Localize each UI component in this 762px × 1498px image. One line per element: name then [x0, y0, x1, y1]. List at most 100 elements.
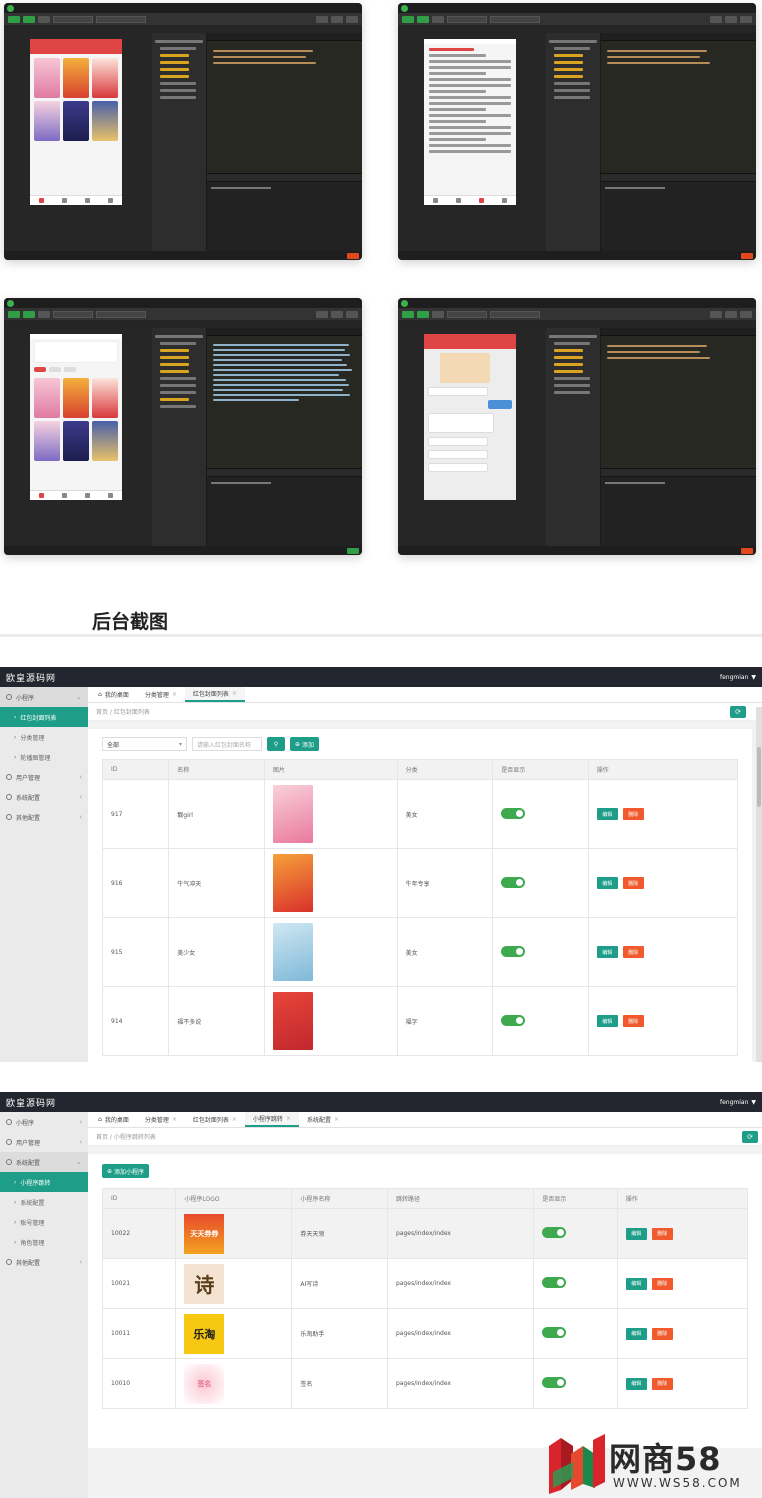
action-group: 编辑 删除: [625, 1277, 739, 1290]
sidebar-item[interactable]: › 小程序跳转: [0, 1172, 88, 1192]
edit-button[interactable]: 编辑: [596, 877, 618, 889]
add-button-label: 添加: [302, 741, 315, 749]
visible-toggle[interactable]: [542, 1227, 567, 1238]
delete-button[interactable]: 删除: [622, 1015, 644, 1027]
close-icon[interactable]: ×: [172, 691, 177, 698]
tab-item[interactable]: 分类管理 ×: [137, 1112, 185, 1127]
edit-button[interactable]: 编辑: [625, 1377, 647, 1390]
category-select[interactable]: 全部 ▾: [102, 737, 187, 751]
chevron-right-icon: ›: [14, 1218, 17, 1226]
scrollbar[interactable]: [756, 707, 762, 1062]
sidebar-item[interactable]: › 系统配置: [0, 1192, 88, 1212]
sidebar-item[interactable]: 用户管理 ‹: [0, 767, 88, 787]
breadcrumb-text: 首页 / 红包封面列表: [96, 709, 150, 716]
ws58-logo-icon: [549, 1434, 605, 1494]
chevron-left-icon: ‹: [79, 1118, 82, 1126]
visible-toggle[interactable]: [501, 876, 526, 888]
user-menu[interactable]: fengmian ▼: [720, 674, 756, 681]
file-tree: [546, 328, 601, 546]
visible-toggle[interactable]: [542, 1277, 567, 1288]
miniprogram-logo: 诗: [184, 1263, 225, 1304]
ide-statusbar: [398, 251, 756, 260]
cell-image: [263, 779, 398, 849]
sidebar-item[interactable]: 小程序 ⌄: [0, 687, 88, 707]
action-group: 编辑 删除: [596, 877, 729, 889]
tab-item[interactable]: 红包封面列表 ×: [184, 687, 245, 702]
visible-toggle[interactable]: [501, 945, 526, 957]
edit-button[interactable]: 编辑: [596, 808, 618, 820]
sidebar-item[interactable]: › 轮播图管理: [0, 747, 88, 767]
sidebar-item[interactable]: › 账号管理: [0, 1212, 88, 1232]
add-button[interactable]: ⊕ 添加: [290, 737, 320, 751]
refresh-button[interactable]: ⟳: [730, 706, 746, 718]
close-icon[interactable]: ×: [232, 690, 237, 697]
sidebar-item[interactable]: 系统配置 ‹: [0, 787, 88, 807]
cell-id: 915: [101, 917, 170, 987]
add-miniprogram-button[interactable]: ⊕ 添加小程序: [102, 1164, 150, 1178]
tab-item[interactable]: 小程序跳转 ×: [244, 1112, 299, 1127]
cover-thumbnail: [272, 785, 313, 843]
delete-button[interactable]: 删除: [651, 1377, 673, 1390]
edit-button[interactable]: 编辑: [596, 1015, 618, 1027]
search-input[interactable]: 请输入红包封面名称: [192, 737, 262, 751]
close-icon[interactable]: ×: [232, 1116, 237, 1123]
delete-button[interactable]: 删除: [622, 877, 644, 889]
column-header: 图片: [263, 759, 398, 780]
cell-path: pages/index/index: [386, 1208, 535, 1259]
delete-button[interactable]: 删除: [622, 946, 644, 958]
refresh-button[interactable]: ⟳: [742, 1131, 758, 1143]
close-icon[interactable]: ×: [286, 1115, 291, 1122]
column-header: 操作: [587, 759, 739, 780]
sidebar-item[interactable]: 其他配置 ‹: [0, 807, 88, 827]
close-icon[interactable]: ×: [172, 1116, 177, 1123]
home-icon: ⌂: [98, 691, 102, 698]
cover-thumbnail: [272, 992, 313, 1050]
sidebar-item[interactable]: › 角色管理: [0, 1232, 88, 1252]
sidebar-item[interactable]: › 分类管理: [0, 727, 88, 747]
cell-id: 10022: [101, 1208, 177, 1259]
tab-item[interactable]: 系统配置 ×: [299, 1112, 347, 1127]
edit-button[interactable]: 编辑: [625, 1277, 647, 1290]
sidebar-item[interactable]: 用户管理 ‹: [0, 1132, 88, 1152]
sidebar-item[interactable]: 小程序 ‹: [0, 1112, 88, 1132]
visible-toggle[interactable]: [542, 1377, 567, 1388]
visible-toggle[interactable]: [501, 807, 526, 819]
sidebar-item[interactable]: 系统配置 ⌄: [0, 1152, 88, 1172]
plus-icon: ⊕: [295, 740, 301, 748]
user-menu[interactable]: fengmian ▼: [720, 1099, 756, 1106]
visible-toggle[interactable]: [501, 1014, 526, 1026]
file-tree: [152, 33, 207, 251]
chevron-down-icon: ⌄: [76, 693, 82, 701]
tab-label: 我的桌面: [104, 1117, 129, 1124]
user-icon: [6, 774, 12, 780]
tab-item[interactable]: ⌂ 我的桌面: [90, 1112, 137, 1127]
tab-label: 系统配置: [306, 1117, 331, 1124]
table-row: 10010 签名 签名 pages/index/index 编辑 删除: [101, 1358, 749, 1409]
table-row: 10021 诗 AI写诗 pages/index/index 编辑 删除: [101, 1258, 749, 1309]
search-button[interactable]: ⚲: [267, 737, 285, 751]
delete-button[interactable]: 删除: [651, 1327, 673, 1340]
tab-item[interactable]: ⌂ 我的桌面: [90, 687, 137, 702]
action-group: 编辑 删除: [596, 808, 729, 820]
visible-toggle[interactable]: [542, 1327, 567, 1338]
user-icon: [6, 1119, 12, 1125]
code-editor: [207, 33, 362, 251]
delete-button[interactable]: 删除: [651, 1277, 673, 1290]
ide-logo-icon: [401, 4, 408, 12]
delete-button[interactable]: 删除: [622, 808, 644, 820]
sidebar-item[interactable]: › 红包封面列表: [0, 707, 88, 727]
edit-button[interactable]: 编辑: [596, 946, 618, 958]
edit-button[interactable]: 编辑: [625, 1327, 647, 1340]
ide-toolbar: [398, 308, 756, 320]
search-icon: ⚲: [273, 740, 279, 748]
delete-button[interactable]: 删除: [651, 1227, 673, 1240]
close-icon[interactable]: ×: [334, 1116, 339, 1123]
sidebar-item[interactable]: 其他配置 ‹: [0, 1252, 88, 1272]
cell-id: 916: [101, 848, 170, 918]
tab-item[interactable]: 红包封面列表 ×: [185, 1112, 245, 1127]
cell-path: pages/index/index: [386, 1358, 535, 1409]
tab-item[interactable]: 分类管理 ×: [137, 687, 185, 702]
cell-actions: 编辑 删除: [587, 779, 739, 849]
edit-button[interactable]: 编辑: [625, 1227, 647, 1240]
ide-statusbar: [4, 546, 362, 555]
